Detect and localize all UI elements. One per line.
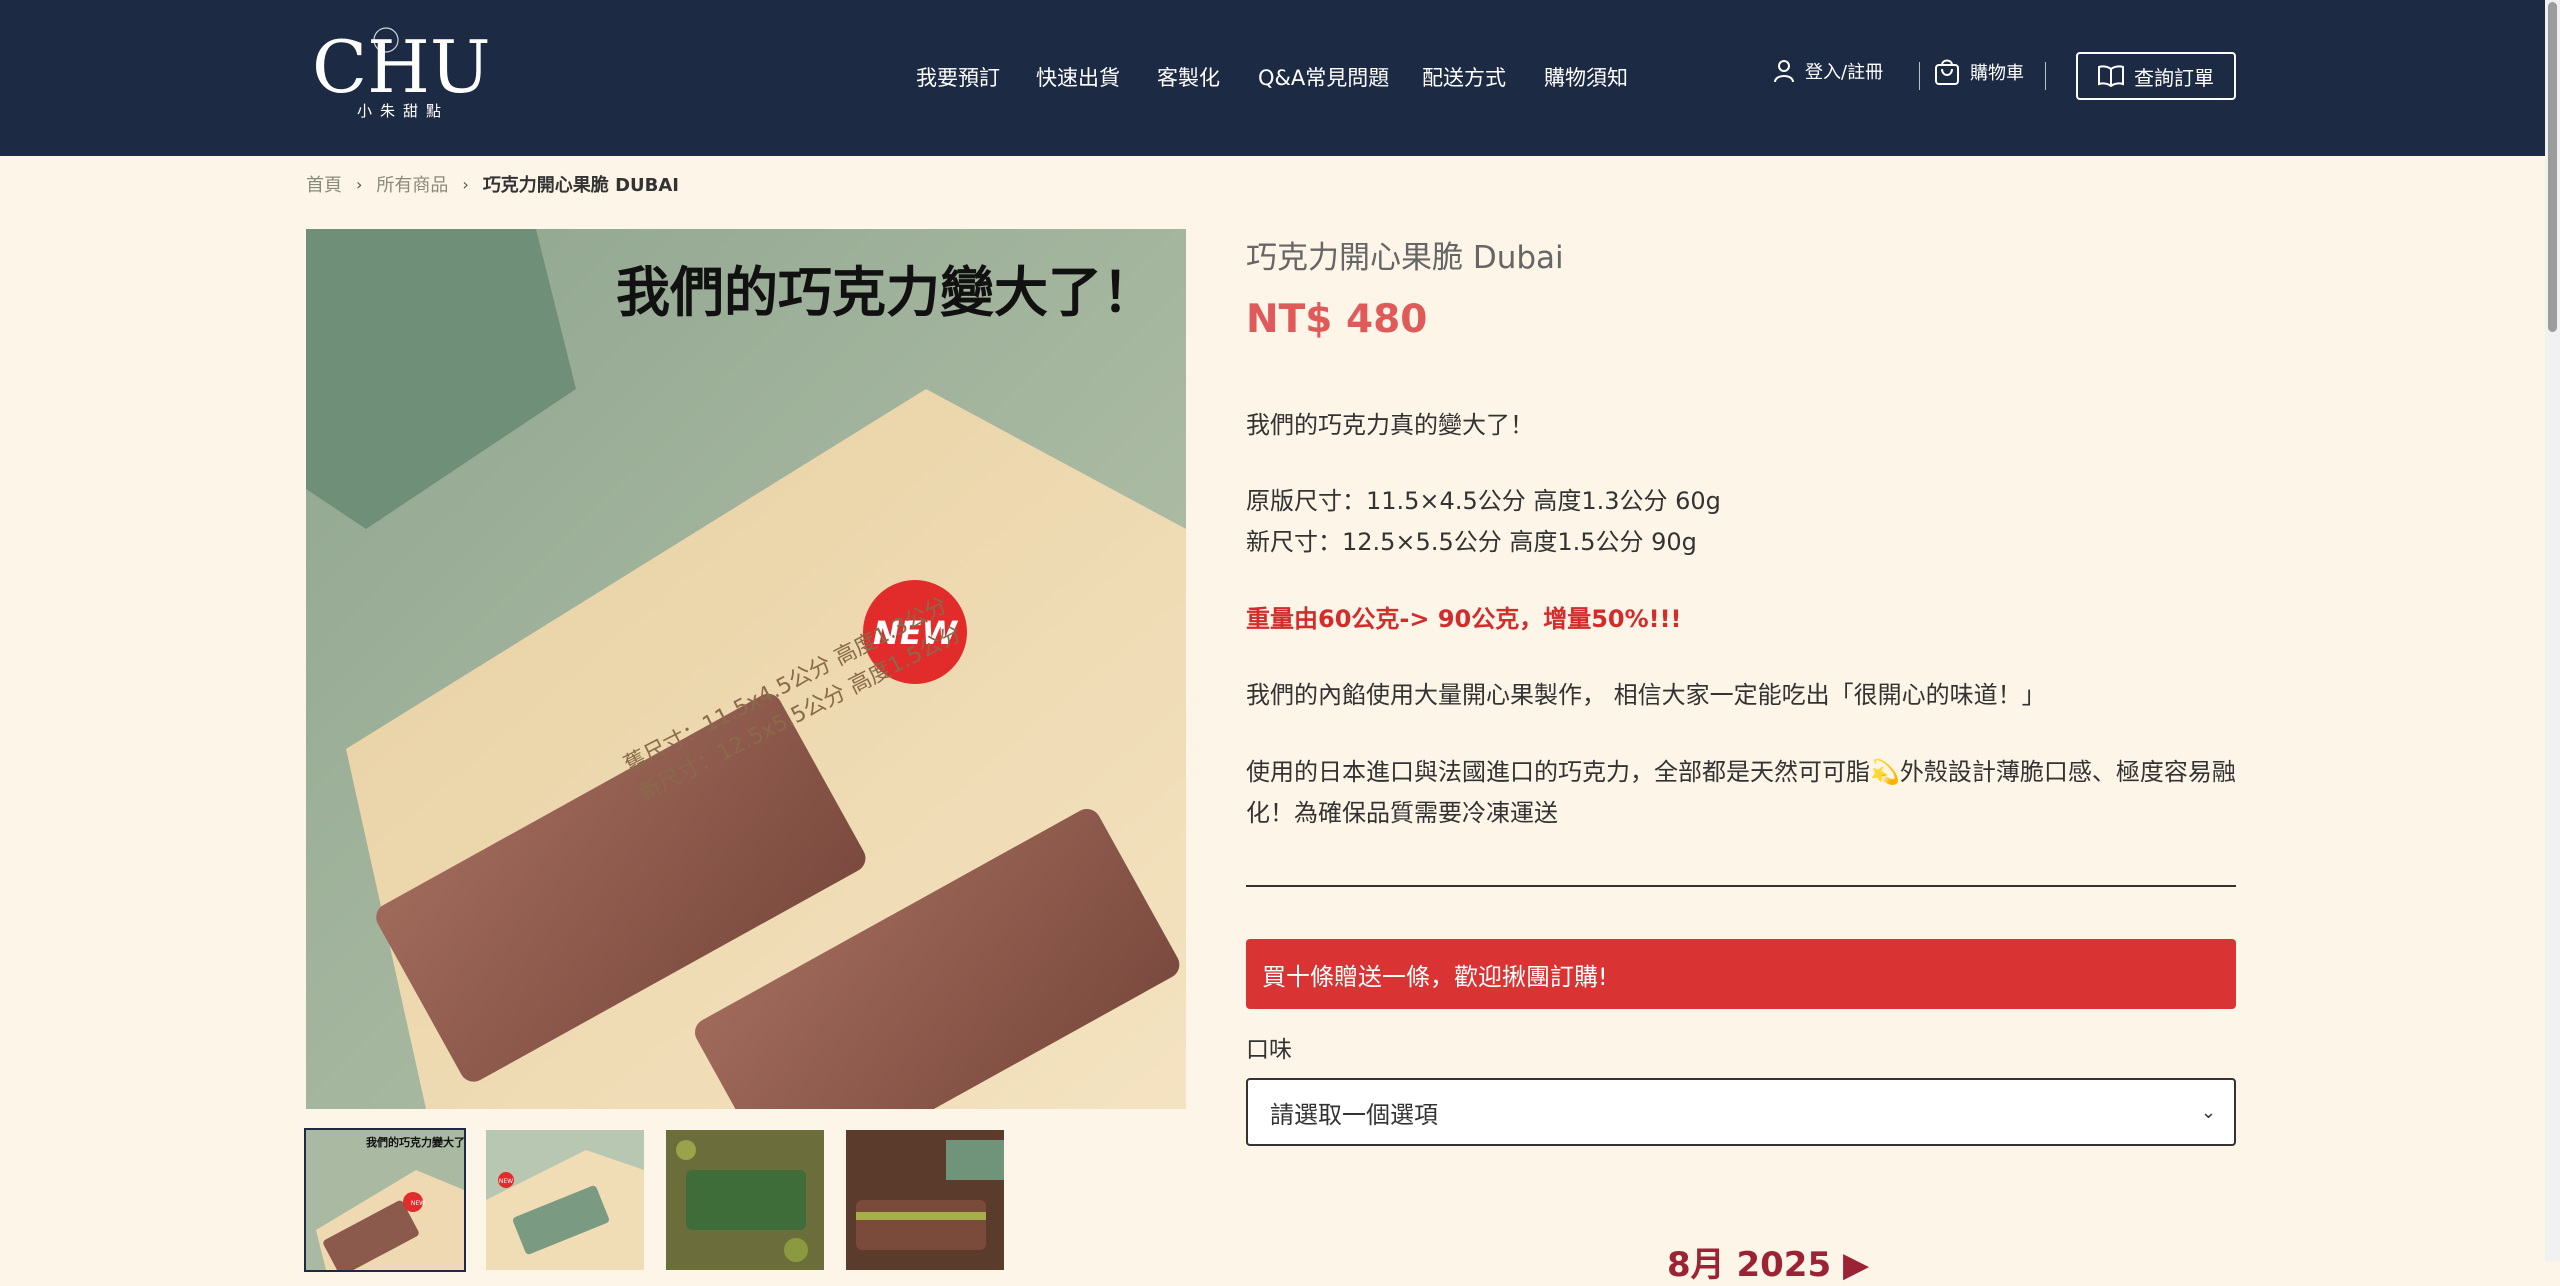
flavor-select[interactable]: 請選取一個選項 ⌄ bbox=[1246, 1078, 2236, 1146]
user-icon bbox=[1774, 60, 1794, 83]
desc-line-6: 化！為確保品質需要冷凍運送 bbox=[1246, 799, 1558, 827]
chevron-right-icon: › bbox=[462, 174, 469, 194]
nav-preorder[interactable]: 我要預訂 bbox=[916, 62, 1000, 92]
nav-custom[interactable]: 客製化 bbox=[1157, 62, 1220, 92]
thumbnail-caption: 我們的巧克力變大了！ bbox=[366, 1135, 464, 1149]
flavor-select-value: 請選取一個選項 bbox=[1270, 1100, 1438, 1129]
thumbnail-1[interactable]: NEW 我們的巧克力變大了！ bbox=[304, 1128, 466, 1272]
order-lookup-button[interactable]: 查詢訂單 bbox=[2076, 52, 2236, 100]
svg-text:NEW: NEW bbox=[499, 1178, 513, 1185]
logo-mark: CHU bbox=[312, 25, 491, 100]
nav-delivery[interactable]: 配送方式 bbox=[1422, 62, 1506, 92]
desc-weight-highlight: 重量由60公克-> 90公克，增量50%!!! bbox=[1246, 605, 1682, 633]
book-icon bbox=[2098, 65, 2124, 87]
svg-text:NEW: NEW bbox=[411, 1200, 425, 1207]
chevron-down-icon: ⌄ bbox=[2200, 1102, 2216, 1123]
header-divider bbox=[1919, 62, 1920, 90]
desc-line-5: 使用的日本進口與法國進口的巧克力，全部都是天然可可脂💫外殼設計薄脆口感、極度容易… bbox=[1246, 752, 2236, 793]
sparkle-icon: 💫 bbox=[1870, 758, 1900, 786]
header-divider bbox=[2045, 62, 2046, 90]
breadcrumb: 首頁 › 所有商品 › 巧克力開心果脆 DUBAI bbox=[306, 171, 679, 197]
order-lookup-label: 查詢訂單 bbox=[2134, 65, 2214, 90]
site-logo[interactable]: CHU 小朱甜點 bbox=[310, 20, 496, 124]
cart-link[interactable]: 購物車 bbox=[1934, 58, 2024, 86]
cart-label: 購物車 bbox=[1970, 63, 2024, 84]
chevron-right-icon: › bbox=[356, 174, 363, 194]
desc-line-3: 新尺寸：12.5×5.5公分 高度1.5公分 90g bbox=[1246, 528, 1697, 556]
section-divider bbox=[1246, 885, 2236, 887]
login-label: 登入/註冊 bbox=[1805, 62, 1884, 83]
calendar-month-header[interactable]: 8月 2025 ▶ bbox=[1667, 1237, 1869, 1286]
breadcrumb-home[interactable]: 首頁 bbox=[306, 171, 342, 197]
thumbnail-4[interactable] bbox=[846, 1130, 1004, 1270]
login-link[interactable]: 登入/註冊 bbox=[1773, 58, 1883, 84]
product-price: NT$ 480 bbox=[1246, 297, 1428, 342]
desc-line-5a: 使用的日本進口與法國進口的巧克力，全部都是天然可可脂 bbox=[1246, 758, 1870, 786]
svg-text:CHU: CHU bbox=[312, 25, 491, 100]
flavor-label: 口味 bbox=[1246, 1037, 1292, 1063]
product-main-image[interactable]: NEW 我們的巧克力變大了！ 舊尺寸：11.5x4.5公分 高度1.3公分 新尺… bbox=[306, 229, 1186, 1109]
thumbnail-2[interactable]: NEW bbox=[486, 1130, 644, 1270]
desc-line-4: 我們的內餡使用大量開心果製作， 相信大家一定能吃出「很開心的味道！」 bbox=[1246, 681, 2046, 709]
nav-faq[interactable]: Q&A常見問題 bbox=[1258, 62, 1389, 92]
scrollbar-thumb[interactable] bbox=[2548, 2, 2557, 332]
thumbnail-3[interactable] bbox=[666, 1130, 824, 1270]
nav-quick-ship[interactable]: 快速出貨 bbox=[1036, 62, 1120, 92]
breadcrumb-current: 巧克力開心果脆 DUBAI bbox=[482, 175, 679, 196]
product-title: 巧克力開心果脆 Dubai bbox=[1246, 240, 1564, 276]
breadcrumb-all-products[interactable]: 所有商品 bbox=[376, 171, 448, 197]
desc-line-2: 原版尺寸：11.5×4.5公分 高度1.3公分 60g bbox=[1246, 487, 1721, 515]
desc-line-5b: 外殼設計薄脆口感、極度容易融 bbox=[1899, 758, 2236, 786]
desc-line-1: 我們的巧克力真的變大了！ bbox=[1246, 411, 1534, 439]
site-header: CHU 小朱甜點 我要預訂 快速出貨 客製化 Q&A常見問題 配送方式 購物須知… bbox=[0, 0, 2545, 156]
nav-shopping-notes[interactable]: 購物須知 bbox=[1544, 62, 1628, 92]
logo-subtitle: 小朱甜點 bbox=[356, 102, 449, 120]
promo-text: 買十條贈送一條，歡迎揪團訂購! bbox=[1262, 962, 1608, 991]
promo-banner: 買十條贈送一條，歡迎揪團訂購! bbox=[1246, 939, 2236, 1009]
bag-icon bbox=[1935, 59, 1959, 85]
image-headline: 我們的巧克力變大了！ bbox=[616, 260, 1156, 324]
